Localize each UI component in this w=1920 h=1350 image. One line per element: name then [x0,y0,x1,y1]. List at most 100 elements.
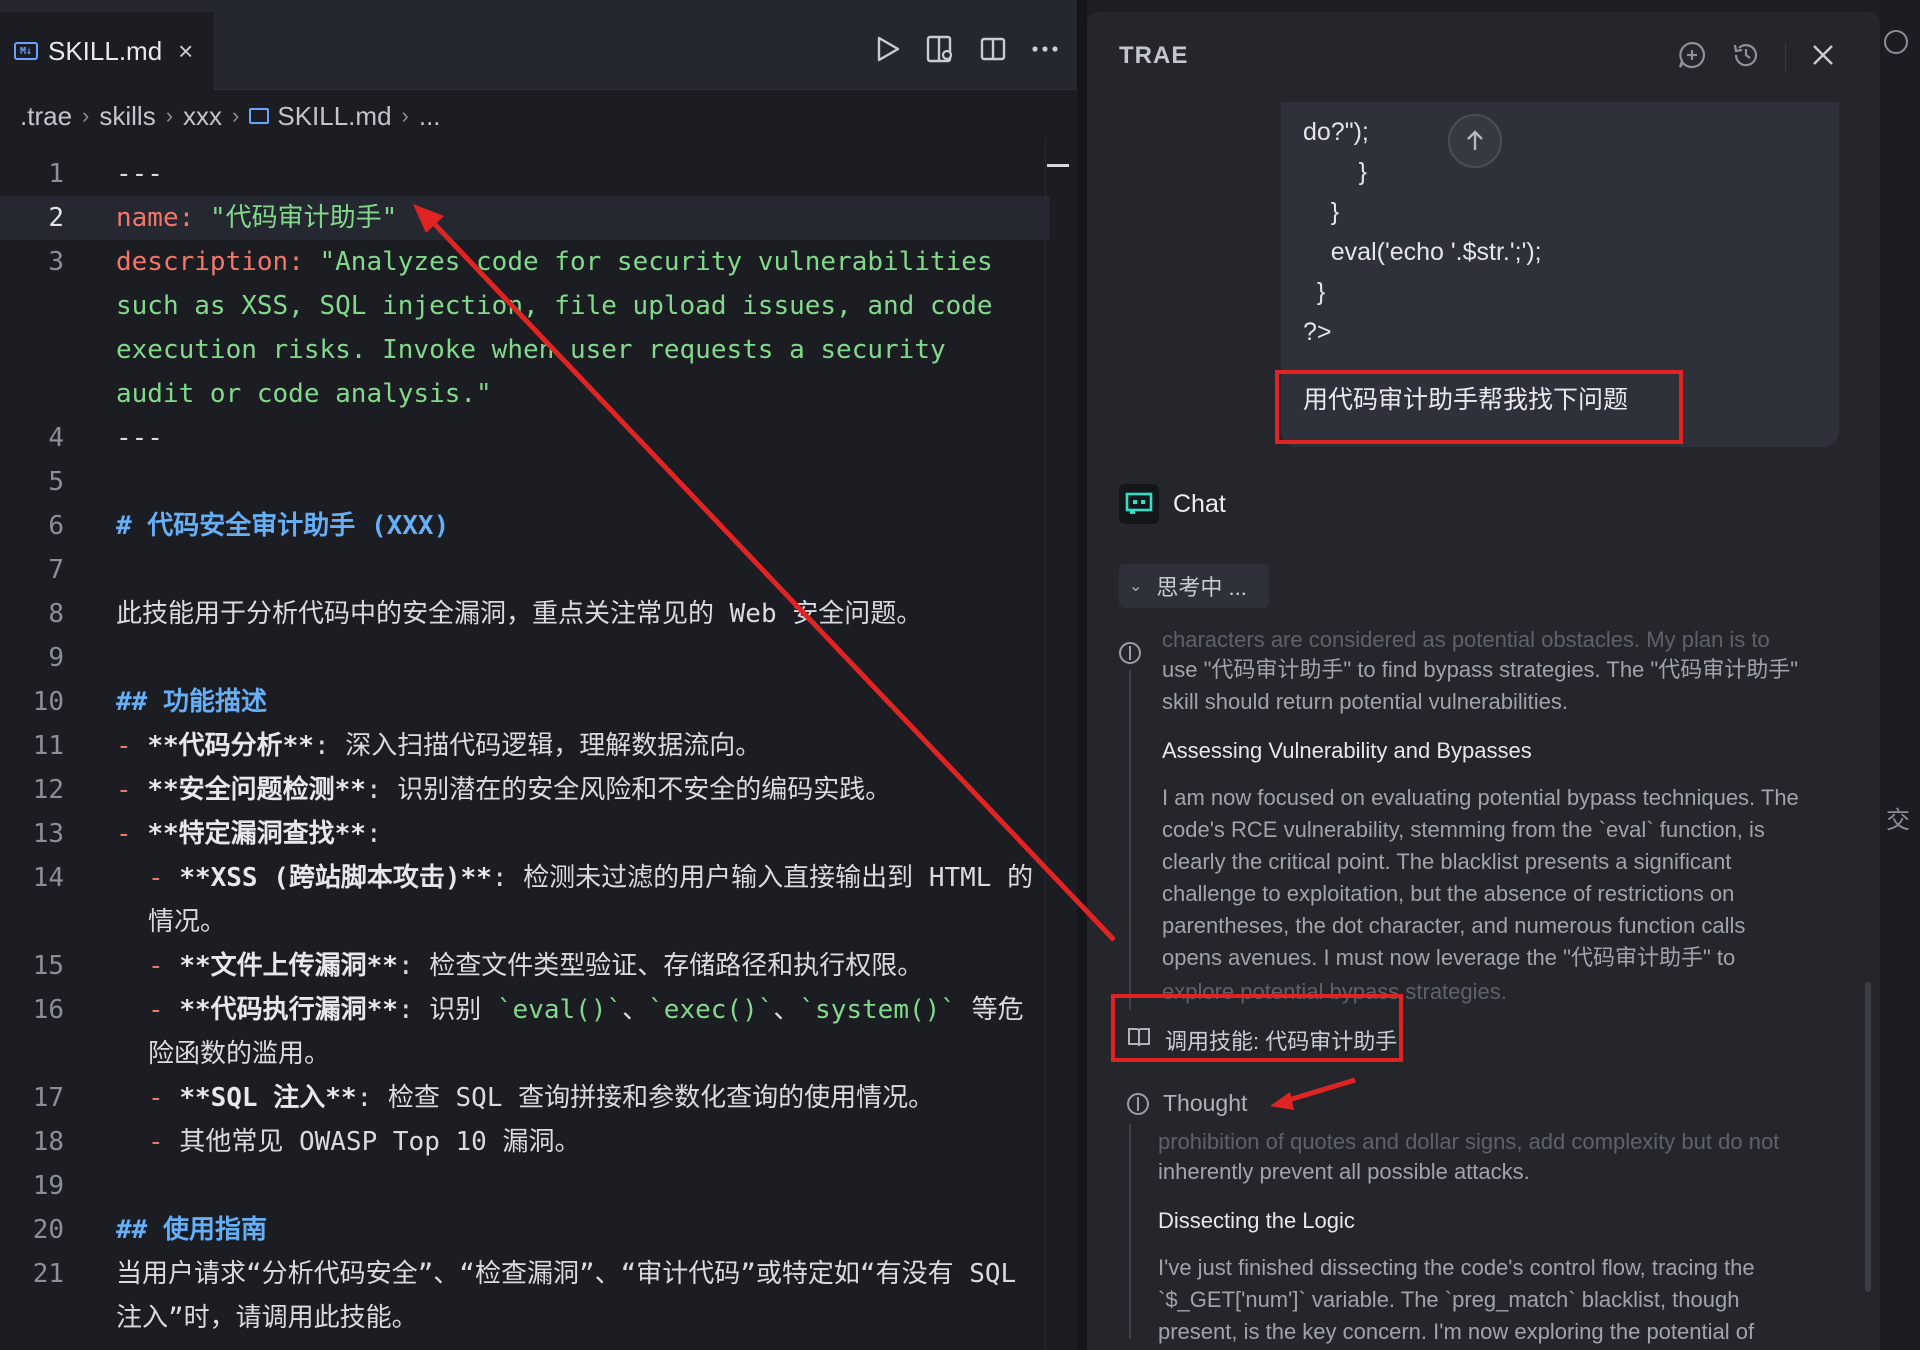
line-text: execution risks. Invoke when user reques… [116,328,946,372]
thought-text-faded: characters are considered as potential o… [1162,627,1770,652]
code-area[interactable]: 1 --- 2 name: "代码审计助手" 3 description: "Analyz… [0,152,1050,1340]
close-icon[interactable] [1810,42,1836,73]
plain-text: such as XSS, SQL injection, file upload … [116,291,993,321]
code-line: 11 - **代码分析**: 深入扫描代码逻辑，理解数据流向。 [0,724,1050,768]
chevron-right-icon: › [82,103,90,128]
code-editor: M↓ SKILL.md × .trae › skills › xxx › SKI… [0,0,1077,1350]
line-text: ## 功能描述 [116,680,267,724]
code-line: } [1303,198,1340,226]
clock-icon[interactable] [1884,30,1908,54]
thought-timeline [1129,670,1131,1010]
list-bullet: - [116,819,148,849]
yaml-value: "Analyzes code for security vulnerabilit… [319,247,993,277]
bold-text: **特定漏洞查找** [147,819,366,849]
tab-label: SKILL.md [48,35,163,66]
plain-text: 其他常见 OWASP Top 10 漏洞。 [179,1127,581,1157]
chat-logo-icon [1119,484,1159,524]
split-editor-icon[interactable] [979,35,1007,63]
yaml-colon: : [178,203,210,233]
line-number: 14 [32,863,64,893]
thought-body: I am now focused on evaluating potential… [1162,782,1799,974]
thought-text-faded: explore potential bypass strategies. [1162,979,1507,1004]
list-bullet: - [148,863,180,893]
code-line: 1 --- [0,152,1050,196]
header-separator [1785,42,1786,73]
breadcrumb-trae[interactable]: .trae [20,101,72,132]
thinking-toggle[interactable]: ⌄ 思考中 ... [1119,564,1269,608]
plain-text: : 检查 SQL 查询拼接和参数化查询的使用情况。 [356,1083,935,1113]
tab-skill-md[interactable]: M↓ SKILL.md × [0,12,215,90]
line-number: 18 [32,1127,64,1157]
plain-text: : 识别潜在的安全风险和不安全的编码实践。 [365,775,892,805]
chevron-down-icon: ⌄ [1129,578,1143,595]
thought-line: use "代码审计助手" to find bypass strategies. … [1162,657,1799,682]
run-icon[interactable] [875,35,901,63]
line-number: 5 [48,467,64,497]
line-text: audit or code analysis." [116,372,492,416]
chevron-right-icon: › [401,103,409,128]
thought-heading: Dissecting the Logic [1158,1208,1355,1233]
list-bullet: - [148,951,180,981]
line-text: - **代码分析**: 深入扫描代码逻辑，理解数据流向。 [116,724,761,768]
list-bullet: - [116,775,148,805]
breadcrumb-more[interactable]: ... [419,101,441,132]
book-icon [1127,1026,1151,1054]
line-text: - **XSS (跨站脚本攻击)**: 检测未过滤的用户输入直接输出到 HTML… [148,856,1033,900]
panel-divider[interactable] [1077,0,1087,1350]
thought-line: I've just finished dissecting the code's… [1158,1255,1755,1280]
line-text: 险函数的滥用。 [148,1032,330,1076]
yaml-key: description [116,247,289,277]
user-query-text: 用代码审计助手帮我找下问题 [1303,386,1629,414]
ai-chat-panel: TRAE do?"); } } eval('echo '.$str.';'); … [1087,12,1880,1350]
edge-text: 交 [1886,807,1910,834]
line-number: 15 [32,951,64,981]
code-line: 3 description: "Analyzes code for securit… [0,240,1050,284]
thought-row[interactable]: Thought [1127,1090,1247,1117]
chevron-right-icon: › [232,103,240,128]
panel-header-actions [1677,40,1836,75]
tab-close-icon[interactable]: × [178,38,193,64]
thought-line: skill should return potential vulnerabil… [1162,689,1568,714]
history-icon[interactable] [1731,40,1761,75]
yaml-colon: : [288,247,320,277]
line-text: - **SQL 注入**: 检查 SQL 查询拼接和参数化查询的使用情况。 [148,1076,934,1120]
breadcrumb-xxx[interactable]: xxx [183,101,222,132]
plain-text: --- [116,423,163,453]
code-line: 2 name: "代码审计助手" [0,196,1050,240]
thought-line: `$_GET['num']` variable. The `preg_match… [1158,1287,1740,1312]
line-text: --- [116,152,163,196]
line-text: 注入”时，请调用此技能。 [116,1296,418,1340]
breadcrumb-skill-md[interactable]: SKILL.md [277,101,391,132]
thought-text: use "代码审计助手" to find bypass strategies. … [1162,654,1798,718]
thought-line: challenge to exploitation, but the absen… [1162,881,1735,906]
user-code-snippet: do?"); } } eval('echo '.$str.';'); } ?> [1303,112,1542,352]
plain-text: : 检查文件类型验证、存储路径和执行权限。 [397,951,924,981]
scroll-up-button[interactable] [1448,114,1502,168]
code-line: 16- **代码执行漏洞**: 识别 `eval()`、`exec()`、`sy… [0,988,1050,1032]
markdown-heading: ## 功能描述 [116,687,267,717]
plain-text: : [365,819,382,849]
code-line: } [1303,158,1367,186]
breadcrumb-skills[interactable]: skills [99,101,155,132]
open-preview-icon[interactable] [925,34,955,64]
skill-call-row[interactable]: 调用技能: 代码审计助手 [1127,1024,1397,1056]
thought-icon [1119,642,1141,664]
plain-text: audit or code analysis." [116,379,492,409]
plain-text: execution risks. Invoke when user reques… [116,335,946,365]
line-number: 16 [32,995,64,1025]
thought-timeline [1129,1124,1131,1339]
more-actions-icon[interactable] [1031,45,1059,53]
code-line: 7 [0,548,1050,592]
plain-text: : 检测未过滤的用户输入直接输出到 HTML 的 [491,863,1034,893]
panel-title: TRAE [1119,42,1189,69]
panel-scrollbar[interactable] [1865,982,1871,1292]
line-number: 12 [32,775,64,805]
line-number: 2 [48,203,64,233]
line-text: ## 使用指南 [116,1208,267,1252]
code-line: } [1303,278,1326,306]
thought-line: clearly the critical point. The blacklis… [1162,849,1732,874]
new-chat-icon[interactable] [1677,40,1707,75]
inline-code: `exec()` [648,995,774,1025]
code-line: such as XSS, SQL injection, file upload … [0,284,1050,328]
code-line: 14 - **XSS (跨站脚本攻击)**: 检测未过滤的用户输入直接输出到 HT… [0,856,1050,900]
